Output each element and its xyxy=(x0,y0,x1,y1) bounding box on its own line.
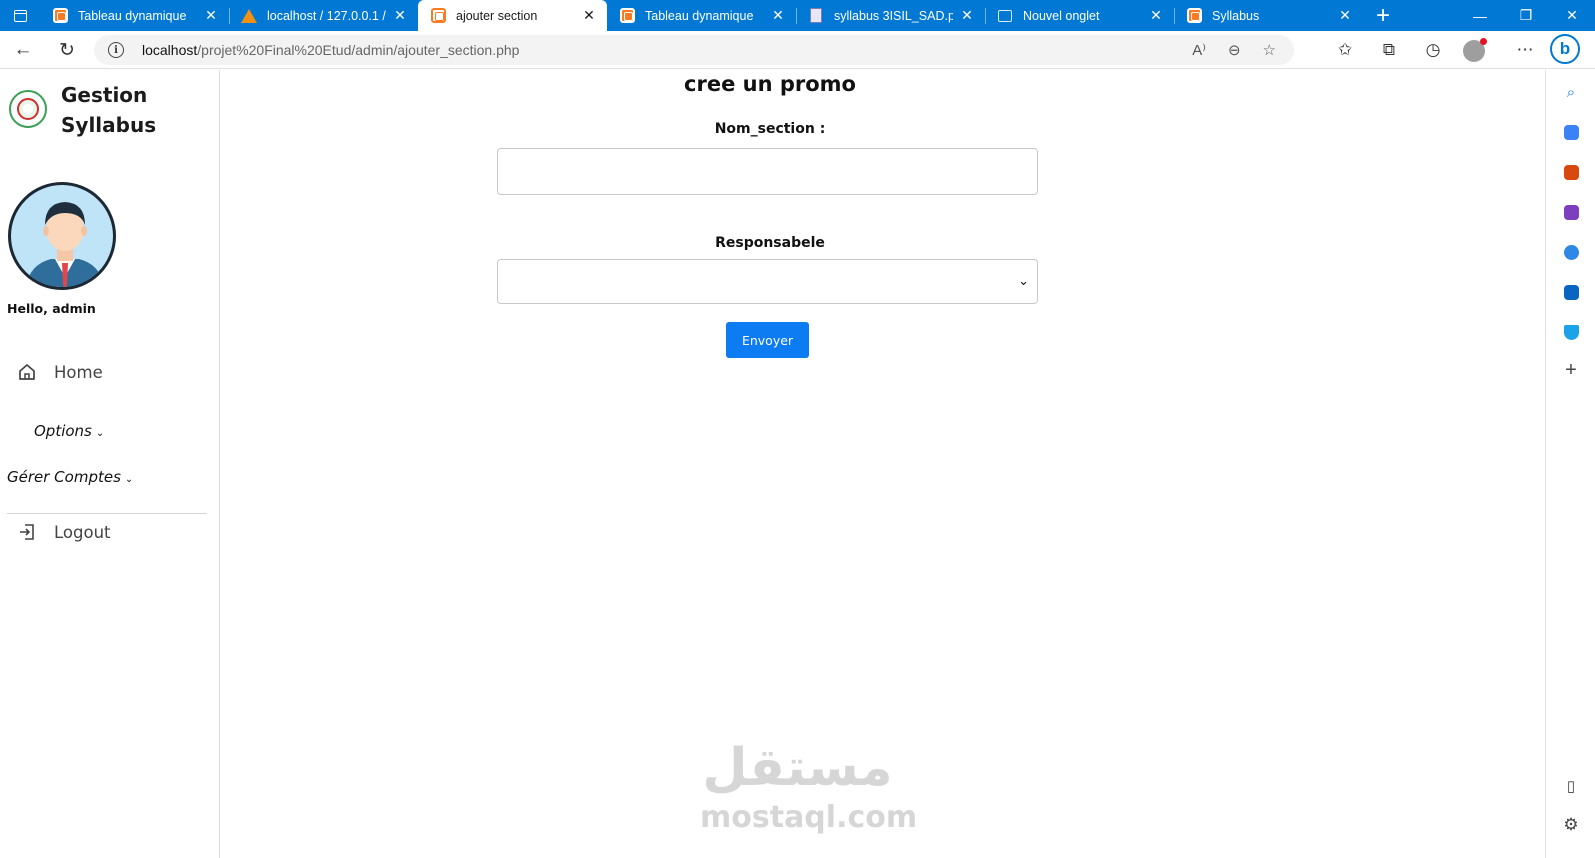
bing-copilot-icon[interactable]: b xyxy=(1550,34,1580,64)
brand-line-2: Syllabus xyxy=(61,113,157,137)
tools-icon[interactable] xyxy=(1561,162,1581,182)
responsable-label: Responsabele xyxy=(715,235,825,251)
edge-sidebar: ⌕ + ▯ ⚙ xyxy=(1545,70,1595,858)
responsable-select[interactable]: ⌄ xyxy=(497,259,1038,304)
tab-nouvel-onglet[interactable]: Nouvel onglet ✕ xyxy=(985,0,1174,31)
chevron-down-icon: ⌄ xyxy=(124,474,134,485)
pdf-icon xyxy=(808,8,824,24)
minimize-icon[interactable]: — xyxy=(1457,0,1503,31)
tab-title: Tableau dynamique xyxy=(78,8,187,23)
watermark-latin: mostaql.com xyxy=(700,800,918,835)
drop-icon[interactable] xyxy=(1561,322,1581,342)
close-icon[interactable]: ✕ xyxy=(1337,7,1353,24)
add-sidebar-app-icon[interactable]: + xyxy=(1561,359,1581,381)
xampp-icon xyxy=(52,8,68,24)
nav-gerer-comptes-dropdown[interactable]: Gérer Comptes ⌄ xyxy=(7,468,133,486)
tab-title: Tableau dynamique xyxy=(645,8,754,23)
xampp-icon xyxy=(1186,8,1202,24)
logout-icon xyxy=(20,524,34,540)
new-tab-icon xyxy=(997,8,1013,24)
close-icon[interactable]: ✕ xyxy=(959,7,975,24)
nav-logout-label: Logout xyxy=(54,522,111,542)
home-icon xyxy=(19,364,35,380)
envoyer-button[interactable]: Envoyer xyxy=(726,322,809,358)
tab-actions-icon xyxy=(13,9,27,22)
nav-gerer-comptes-label: Gérer Comptes xyxy=(7,468,121,486)
chevron-down-icon: ⌄ xyxy=(1018,273,1029,288)
chevron-down-icon: ⌄ xyxy=(95,428,105,439)
greeting-text: Hello, admin xyxy=(7,301,96,316)
more-menu-icon[interactable]: ⋯ xyxy=(1510,35,1540,65)
refresh-icon[interactable]: ↻ xyxy=(52,35,82,65)
university-logo xyxy=(9,90,47,128)
site-info-icon[interactable]: i xyxy=(108,42,124,58)
tab-phpmyadmin[interactable]: localhost / 127.0.0.1 / p ✕ xyxy=(229,0,418,31)
xampp-icon xyxy=(619,8,635,24)
back-icon[interactable]: ← xyxy=(8,35,38,65)
window-controls: — ❐ ✕ xyxy=(1457,0,1595,31)
user-avatar-icon xyxy=(25,202,105,287)
address-toolbar: ← ↻ i localhost/projet%20Final%20Etud/ad… xyxy=(0,31,1595,69)
tab-title: localhost / 127.0.0.1 / p xyxy=(267,8,386,23)
favorites-icon[interactable]: ✩ xyxy=(1330,35,1360,65)
close-icon[interactable]: ✕ xyxy=(203,7,219,24)
phpmyadmin-icon xyxy=(241,8,257,24)
address-bar-actions: A⁾ ⊖ ☆ xyxy=(1192,35,1276,65)
tab-tableau-dynamique-1[interactable]: Tableau dynamique ✕ xyxy=(40,0,229,31)
sidebar-settings-icon[interactable]: ⚙ xyxy=(1561,815,1581,835)
tab-title: Syllabus xyxy=(1212,8,1260,23)
browser-tab-strip: Tableau dynamique ✕ localhost / 127.0.0.… xyxy=(0,0,1595,31)
close-icon[interactable]: ✕ xyxy=(581,7,597,24)
nav-logout[interactable]: Logout xyxy=(17,522,111,542)
shopping-icon[interactable] xyxy=(1561,122,1581,142)
address-bar[interactable]: i localhost/projet%20Final%20Etud/admin/… xyxy=(94,35,1294,65)
restore-icon[interactable]: ❐ xyxy=(1503,0,1549,31)
xampp-icon xyxy=(430,8,446,24)
tab-syllabus[interactable]: Syllabus ✕ xyxy=(1174,0,1363,31)
brand-line-1: Gestion xyxy=(61,83,148,107)
history-icon[interactable]: ◷ xyxy=(1418,35,1448,65)
nom-section-input[interactable] xyxy=(497,148,1038,195)
page-title: cree un promo xyxy=(684,72,856,96)
admin-avatar xyxy=(8,182,116,290)
games-icon[interactable] xyxy=(1561,202,1581,222)
read-aloud-icon[interactable]: A⁾ xyxy=(1192,41,1206,59)
tab-ajouter-section[interactable]: ajouter section ✕ xyxy=(418,0,607,31)
close-icon[interactable]: ✕ xyxy=(392,7,408,24)
url-path: /projet%20Final%20Etud/admin/ajouter_sec… xyxy=(197,42,520,58)
add-favorite-icon[interactable]: ☆ xyxy=(1263,41,1276,59)
tab-actions-button[interactable] xyxy=(0,0,40,31)
tab-tableau-dynamique-2[interactable]: Tableau dynamique ✕ xyxy=(607,0,796,31)
nav-home-label: Home xyxy=(54,362,103,382)
nom-section-label: Nom_section : xyxy=(714,121,826,137)
tab-title: Nouvel onglet xyxy=(1023,8,1100,23)
brand-title: Gestion Syllabus xyxy=(61,80,171,140)
nav-home[interactable]: Home xyxy=(17,362,103,382)
hide-sidebar-icon[interactable]: ▯ xyxy=(1561,776,1581,796)
window-close-icon[interactable]: ✕ xyxy=(1549,0,1595,31)
close-icon[interactable]: ✕ xyxy=(770,7,786,24)
app-sidebar: Gestion Syllabus Hello, admin Home Optio… xyxy=(0,70,220,858)
sidebar-divider xyxy=(7,513,207,514)
tab-syllabus-pdf[interactable]: syllabus 3ISIL_SAD.pdf ✕ xyxy=(796,0,985,31)
close-icon[interactable]: ✕ xyxy=(1148,7,1164,24)
search-icon[interactable]: ⌕ xyxy=(1561,82,1581,102)
nav-options-label: Options xyxy=(34,422,92,440)
tab-title: syllabus 3ISIL_SAD.pdf xyxy=(834,8,953,23)
new-tab-button[interactable]: + xyxy=(1363,0,1403,31)
url-host: localhost xyxy=(142,42,198,58)
collections-icon[interactable]: ⧉ xyxy=(1374,35,1404,65)
profile-avatar[interactable] xyxy=(1463,38,1487,62)
outlook-icon[interactable] xyxy=(1561,282,1581,302)
tab-title: ajouter section xyxy=(456,8,538,23)
zoom-out-icon[interactable]: ⊖ xyxy=(1228,41,1241,59)
microsoft-365-icon[interactable] xyxy=(1561,242,1581,262)
watermark-arabic: مستقل xyxy=(702,738,893,798)
nav-options-dropdown[interactable]: Options ⌄ xyxy=(34,422,104,440)
